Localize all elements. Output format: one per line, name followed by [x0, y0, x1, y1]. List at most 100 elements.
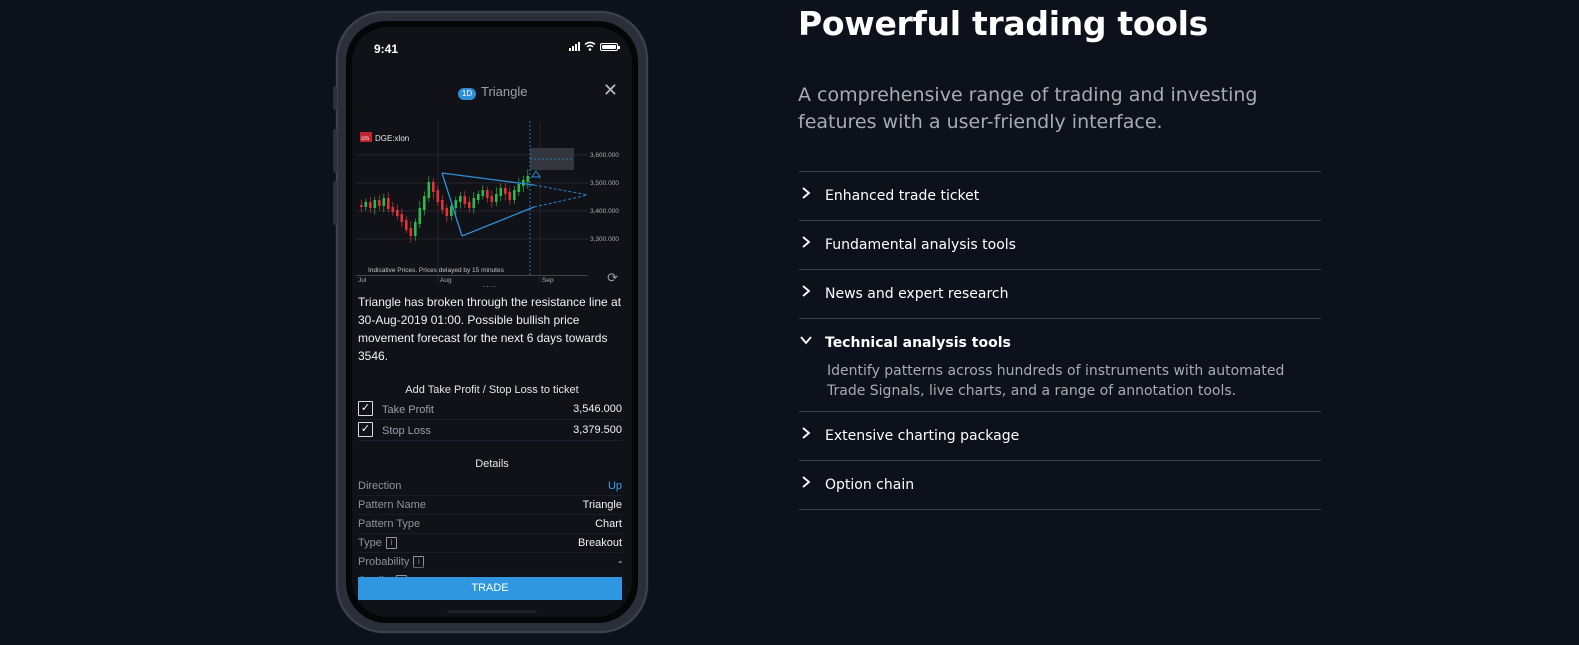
battery-icon [600, 43, 620, 51]
candle-body [472, 198, 476, 208]
chevron-right-icon [799, 186, 813, 200]
take-profit-label: Take Profit [382, 404, 434, 416]
candle-body [486, 190, 489, 198]
accordion-item: Technical analysis tools Identify patter… [799, 318, 1321, 411]
candle-body [436, 190, 440, 202]
detail-row: Pattern Name Triangle [358, 496, 622, 515]
detail-row: Direction Up [358, 477, 622, 496]
breakout-arrow-icon [531, 170, 541, 178]
details-title: Details [475, 458, 509, 470]
accordion-item: Enhanced trade ticket [799, 171, 1321, 220]
accordion-label: Option chain [825, 477, 915, 493]
candle-body [459, 196, 462, 202]
y-axis-ticks: 3,600.000 3,500.000 3,400.000 3,300.000 [590, 152, 619, 243]
candle-body [481, 190, 485, 196]
candle-body [409, 228, 413, 236]
candle-body [382, 198, 386, 206]
candle-body [373, 200, 377, 208]
wifi-icon [584, 41, 596, 51]
detail-value: Breakout [577, 537, 622, 549]
stop-loss-checkbox[interactable]: ✓ [358, 422, 373, 437]
signal-icon [569, 42, 580, 51]
candle-body [405, 220, 408, 230]
candle-body [517, 184, 521, 192]
detail-value: Up [607, 480, 622, 492]
chevron-right-icon [799, 284, 813, 298]
accordion-label: News and expert research [825, 286, 1009, 302]
chart-gridlines [356, 121, 588, 283]
candle-body [495, 194, 498, 202]
timeframe-badge: 1D [458, 88, 476, 100]
candle-body [427, 182, 431, 198]
detail-key: Direction [358, 480, 402, 492]
pattern-chart: crs DGE:xlon 3,600.000 3,500.000 3,400.0… [356, 111, 630, 287]
trade-button[interactable]: TRADE [358, 577, 622, 600]
candle-body [490, 196, 494, 202]
accordion-header-option-chain[interactable]: Option chain [799, 461, 1321, 509]
accordion-item: Fundamental analysis tools [799, 220, 1321, 269]
x-tick: Jul [358, 277, 367, 284]
accordion-label: Technical analysis tools [825, 335, 1011, 351]
accordion-header-technical-analysis[interactable]: Technical analysis tools [799, 319, 1321, 367]
detail-value: Chart [595, 518, 622, 530]
candle-body [369, 202, 372, 208]
status-bar: 9:41 [352, 27, 632, 63]
x-tick: Sep [542, 277, 554, 284]
candle-body [468, 202, 471, 208]
stop-loss-value: 3,379.500 [573, 424, 622, 436]
take-profit-row[interactable]: ✓ Take Profit 3,546.000 [358, 399, 622, 420]
detail-value: Triangle [582, 499, 622, 511]
accordion-header-news-research[interactable]: News and expert research [799, 270, 1321, 318]
accordion-item: News and expert research [799, 269, 1321, 318]
y-tick: 3,400.000 [590, 208, 619, 215]
candle-body [441, 200, 444, 210]
phone-mockup: 9:41 1D Triangle ✕ crs DGE:xlon 3,600.00… [333, 11, 648, 633]
close-button[interactable]: ✕ [603, 80, 618, 100]
candle-body [508, 192, 512, 200]
section-headline: Powerful trading tools [798, 4, 1208, 43]
section-subtitle: A comprehensive range of trading and inv… [798, 84, 1258, 133]
phone-screen: 9:41 1D Triangle ✕ crs DGE:xlon 3,600.00… [352, 27, 632, 617]
detail-key-text: Type [358, 537, 382, 549]
stop-loss-label: Stop Loss [382, 425, 431, 437]
y-tick: 3,300.000 [590, 236, 619, 243]
candle-body [414, 222, 417, 236]
candle-body [454, 200, 458, 208]
chevron-right-icon [799, 235, 813, 249]
candle-body [499, 188, 503, 196]
info-icon[interactable]: i [385, 537, 397, 550]
chart-symbol: DGE:xlon [375, 134, 409, 143]
x-tick: Aug [440, 277, 452, 284]
candle-body [526, 176, 530, 182]
detail-key: Pattern Type [358, 518, 421, 530]
candle-body [396, 210, 399, 216]
candle-body [391, 207, 395, 212]
accordion-item: Option chain [799, 460, 1321, 510]
phone-volume-up [333, 129, 337, 173]
tp-sl-title: Add Take Profit / Stop Loss to ticket [405, 384, 579, 396]
accordion-header-enhanced-trade-ticket[interactable]: Enhanced trade ticket [799, 172, 1321, 220]
candle-body [445, 208, 449, 216]
accordion-label: Extensive charting package [825, 428, 1020, 444]
candle-body [477, 194, 480, 200]
accordion-header-fundamental-analysis[interactable]: Fundamental analysis tools [799, 221, 1321, 269]
status-icons [569, 41, 620, 51]
accordion-body: Identify patterns across hundreds of ins… [827, 363, 1285, 399]
broker-logo-text: crs [361, 136, 369, 142]
accordion-header-charting-package[interactable]: Extensive charting package [799, 412, 1321, 460]
chevron-down-icon [799, 333, 813, 347]
scroll-fade [352, 563, 632, 575]
stop-loss-row[interactable]: ✓ Stop Loss 3,379.500 [358, 420, 622, 441]
candle-body [432, 182, 435, 192]
accordion-label: Fundamental analysis tools [825, 237, 1016, 253]
pattern-chart-svg: crs DGE:xlon 3,600.000 3,500.000 3,400.0… [356, 121, 619, 287]
detail-row: Type i Breakout [358, 534, 622, 553]
x-axis-year: 2019 [482, 286, 497, 287]
candle-body [504, 188, 507, 194]
signal-description: Triangle has broken through the resistan… [358, 295, 622, 363]
take-profit-checkbox[interactable]: ✓ [358, 401, 373, 416]
x-axis-ticks: Jul Aug Sep [358, 277, 554, 284]
refresh-icon[interactable]: ⟳ [607, 270, 618, 286]
detail-row: Pattern Type Chart [358, 515, 622, 534]
candle-body [400, 214, 404, 222]
